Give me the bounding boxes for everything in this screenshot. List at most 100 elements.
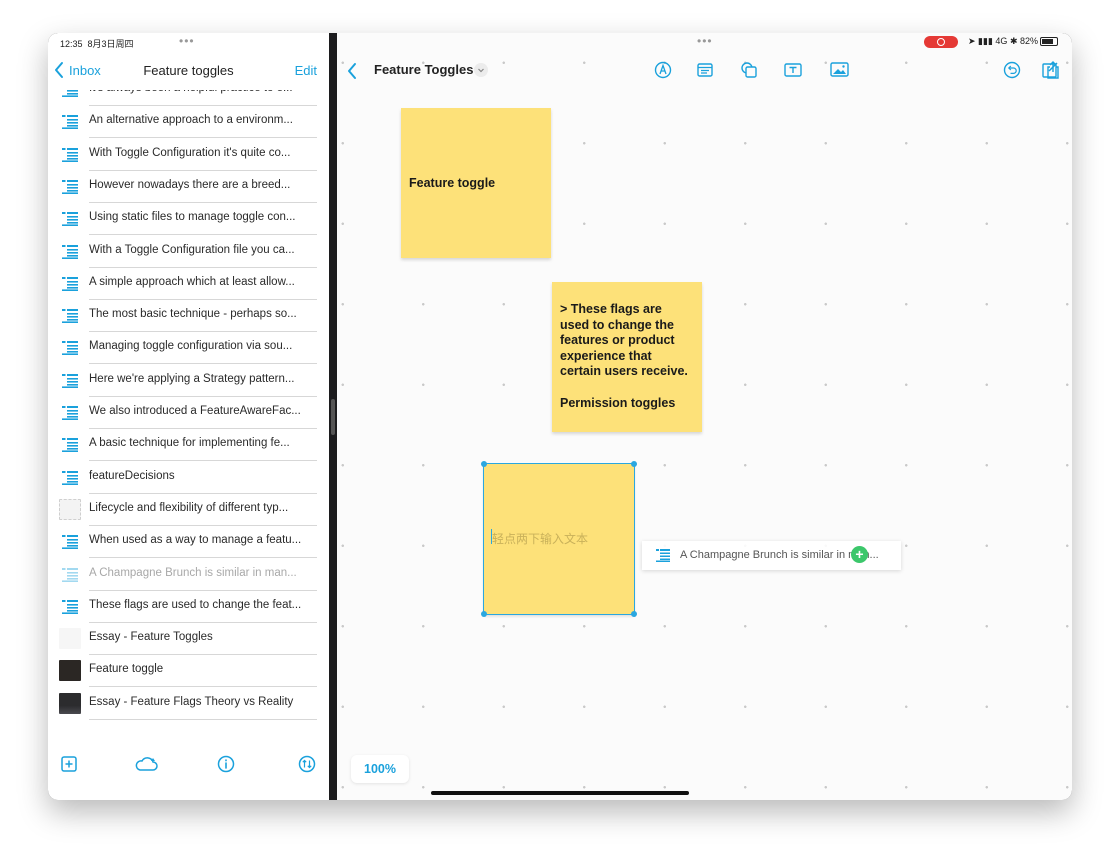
- status-time-date: 12:35 8月3日周四: [60, 37, 134, 50]
- list-item-label: Lifecycle and flexibility of different t…: [89, 501, 289, 514]
- list-item[interactable]: With a Toggle Configuration file you ca.…: [48, 236, 329, 268]
- note-icon: [62, 567, 78, 582]
- status-battery: 82%: [1019, 36, 1038, 46]
- back-chevron-icon[interactable]: [345, 61, 359, 81]
- list-item[interactable]: We also introduced a FeatureAwareFac...: [48, 397, 329, 429]
- undo-icon[interactable]: [1001, 59, 1023, 81]
- list-item-label: Using static files to manage toggle con.…: [89, 211, 296, 224]
- list-item[interactable]: These flags are used to change the feat.…: [48, 591, 329, 623]
- resize-handle-top-right[interactable]: [631, 461, 637, 467]
- note-icon: [62, 438, 78, 453]
- multitasking-dots-right[interactable]: •••: [697, 34, 713, 48]
- compose-icon[interactable]: [1039, 59, 1061, 81]
- list-item-label: A basic technique for implementing fe...: [89, 437, 290, 450]
- note-icon: [62, 406, 78, 420]
- list-item[interactable]: The most basic technique - perhaps so...: [48, 300, 329, 333]
- split-view-divider-handle[interactable]: [331, 399, 335, 435]
- list-item-label: The most basic technique - perhaps so...: [89, 308, 297, 321]
- sticky-note-text: Feature toggle: [409, 176, 496, 190]
- list-item[interactable]: Lifecycle and flexibility of different t…: [48, 494, 329, 526]
- list-item-label: Here we're applying a Strategy pattern..…: [89, 372, 295, 385]
- note-icon: [62, 309, 78, 324]
- note-icon: [62, 179, 78, 194]
- multitasking-dots[interactable]: •••: [179, 34, 195, 48]
- list-item-label: An alternative approach to a environm...: [89, 114, 293, 127]
- note-icon: [62, 147, 78, 162]
- screenshot-thumbnail: [59, 692, 81, 714]
- image-tool-icon[interactable]: [828, 59, 852, 81]
- list-item[interactable]: Managing toggle configuration via sou...: [48, 332, 329, 365]
- list-item-label: Managing toggle configuration via sou...: [89, 340, 293, 353]
- notes-list: It's always been a helpful practice to e…: [48, 90, 329, 740]
- sticky-note-selected-empty[interactable]: 轻点两下输入文本: [481, 461, 637, 617]
- note-icon: [62, 373, 78, 388]
- list-item[interactable]: Feature toggle: [48, 655, 329, 688]
- add-plus-icon: +: [851, 546, 868, 563]
- info-icon[interactable]: [215, 753, 237, 775]
- sort-icon[interactable]: [296, 753, 318, 775]
- list-item-label: Essay - Feature Flags Theory vs Reality: [89, 695, 294, 708]
- note-icon: [62, 244, 78, 259]
- sticky-note-feature-toggle[interactable]: Feature toggle: [401, 108, 551, 258]
- list-item[interactable]: featureDecisions: [48, 462, 329, 494]
- list-item-label: Feature toggle: [89, 663, 164, 676]
- canvas-pane[interactable]: ••• ➤ ▮▮▮ 4G ✱ 82% Feature Toggles Featu…: [337, 33, 1072, 800]
- note-icon: [656, 549, 670, 562]
- zoom-level-button[interactable]: 100%: [351, 755, 409, 783]
- sidebar-navbar: Inbox Feature toggles Edit: [48, 57, 329, 89]
- canvas-navbar: Feature Toggles: [337, 59, 1072, 89]
- add-note-icon[interactable]: [58, 753, 80, 775]
- list-item-label: When used as a way to manage a featu...: [89, 534, 302, 547]
- list-item[interactable]: Using static files to manage toggle con.…: [48, 203, 329, 236]
- list-item[interactable]: However nowadays there are a breed...: [48, 171, 329, 203]
- list-item[interactable]: With Toggle Configuration it's quite co.…: [48, 139, 329, 171]
- note-icon: [62, 535, 78, 550]
- status-date: 8月3日周四: [87, 39, 134, 49]
- list-item-label: However nowadays there are a breed...: [89, 178, 291, 191]
- note-icon: [62, 341, 78, 356]
- canvas-thumbnail: [59, 660, 81, 682]
- list-item[interactable]: When used as a way to manage a featu...: [48, 526, 329, 559]
- resize-handle-top-left[interactable]: [481, 461, 487, 467]
- note-icon: [62, 599, 78, 614]
- shape-tool-icon[interactable]: [738, 59, 760, 81]
- list-item[interactable]: A Champagne Brunch is similar in man...: [48, 559, 329, 591]
- battery-icon: [1040, 37, 1058, 46]
- title-dropdown-icon[interactable]: [474, 63, 488, 77]
- status-network: 4G: [995, 36, 1008, 46]
- resize-handle-bottom-right[interactable]: [631, 611, 637, 617]
- list-item[interactable]: A basic technique for implementing fe...: [48, 429, 329, 462]
- list-item-label: We also introduced a FeatureAwareFac...: [89, 405, 301, 417]
- list-item-label: These flags are used to change the feat.…: [89, 598, 302, 611]
- cloud-sync-icon[interactable]: [134, 753, 160, 775]
- list-item-label: With Toggle Configuration it's quite co.…: [89, 146, 291, 159]
- sticky-note-permission-toggles[interactable]: > These flags are used to change the fea…: [552, 282, 702, 432]
- list-item[interactable]: Essay - Feature Flags Theory vs Reality: [48, 688, 329, 720]
- list-item-label: featureDecisions: [89, 469, 175, 482]
- ipad-screen: 12:35 8月3日周四 ••• Inbox Feature toggles E…: [48, 33, 1072, 800]
- list-item[interactable]: It's always been a helpful practice to e…: [48, 90, 329, 106]
- note-icon: [62, 115, 78, 130]
- list-item-label: With a Toggle Configuration file you ca.…: [89, 243, 295, 256]
- edit-button[interactable]: Edit: [295, 63, 317, 78]
- card-tool-icon[interactable]: [694, 59, 716, 81]
- resize-handle-bottom-left[interactable]: [481, 611, 487, 617]
- blank-thumbnail: [59, 628, 81, 650]
- text-tool-icon[interactable]: [782, 59, 804, 81]
- list-item[interactable]: A simple approach which at least allow..…: [48, 268, 329, 300]
- list-item[interactable]: Here we're applying a Strategy pattern..…: [48, 365, 329, 397]
- row-separator: [89, 718, 317, 720]
- list-item[interactable]: An alternative approach to a environm...: [48, 106, 329, 139]
- home-indicator[interactable]: [431, 791, 689, 795]
- note-icon: [62, 470, 78, 485]
- list-item[interactable]: Essay - Feature Toggles: [48, 623, 329, 656]
- canvas-title[interactable]: Feature Toggles: [374, 62, 473, 77]
- screen-recording-indicator[interactable]: [924, 36, 958, 48]
- list-item-label: It's always been a helpful practice to e…: [89, 90, 315, 94]
- sticky-note-text: > These flags are used to change the fea…: [560, 302, 688, 410]
- note-icon: [62, 276, 78, 291]
- dragged-note-card[interactable]: A Champagne Brunch is similar in man... …: [642, 541, 901, 570]
- diagram-thumbnail: [59, 498, 81, 520]
- pen-tool-icon[interactable]: [652, 59, 674, 81]
- sticky-placeholder[interactable]: 轻点两下输入文本: [492, 530, 588, 547]
